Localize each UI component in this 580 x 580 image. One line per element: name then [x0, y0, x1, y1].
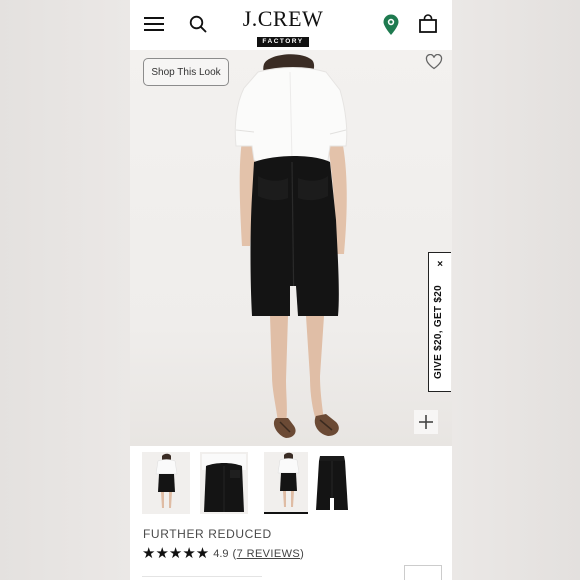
size-selector-box[interactable] [404, 565, 442, 580]
price-status-label: FURTHER REDUCED [143, 527, 272, 541]
brand-subname: FACTORY [257, 37, 309, 47]
close-icon[interactable]: × [429, 259, 451, 270]
page-background-left [0, 0, 130, 580]
brand-logo[interactable]: J.CREW FACTORY [240, 6, 326, 47]
shop-this-look-button[interactable]: Shop This Look [143, 58, 229, 86]
model-photo [234, 54, 348, 438]
product-hero-image[interactable]: Shop This Look × GIVE $20, GET $20 [130, 50, 452, 446]
star-rating-icon: ★★★★★ [142, 545, 210, 562]
thumbnail-3[interactable] [264, 452, 312, 514]
page-background-right [452, 0, 580, 580]
promo-label: GIVE $20, GET $20 [433, 284, 444, 380]
mobile-product-page: J.CREW FACTORY Shop This Look × GIVE $20… [130, 0, 452, 580]
image-thumbnails [142, 452, 442, 516]
search-icon[interactable] [186, 12, 210, 36]
thumbnail-1[interactable] [142, 452, 190, 514]
reviews-link[interactable]: (7 REVIEWS) [233, 548, 305, 560]
location-pin-icon[interactable] [380, 12, 402, 38]
reviews-link-label[interactable]: 7 REVIEWS [237, 548, 301, 560]
referral-promo-tab[interactable]: × GIVE $20, GET $20 [428, 252, 451, 392]
site-header: J.CREW FACTORY [130, 0, 452, 50]
thumbnail-2[interactable] [200, 452, 248, 514]
brand-name: J.CREW [242, 6, 324, 31]
menu-icon[interactable] [142, 12, 166, 36]
heart-icon[interactable] [425, 53, 443, 70]
thumbnail-4[interactable] [308, 452, 356, 514]
divider [142, 576, 262, 577]
zoom-plus-icon[interactable] [414, 410, 438, 434]
rating-value: 4.9 [213, 548, 229, 560]
shopping-bag-icon[interactable] [416, 12, 440, 36]
product-rating: ★★★★★ 4.9 (7 REVIEWS) [142, 546, 304, 562]
